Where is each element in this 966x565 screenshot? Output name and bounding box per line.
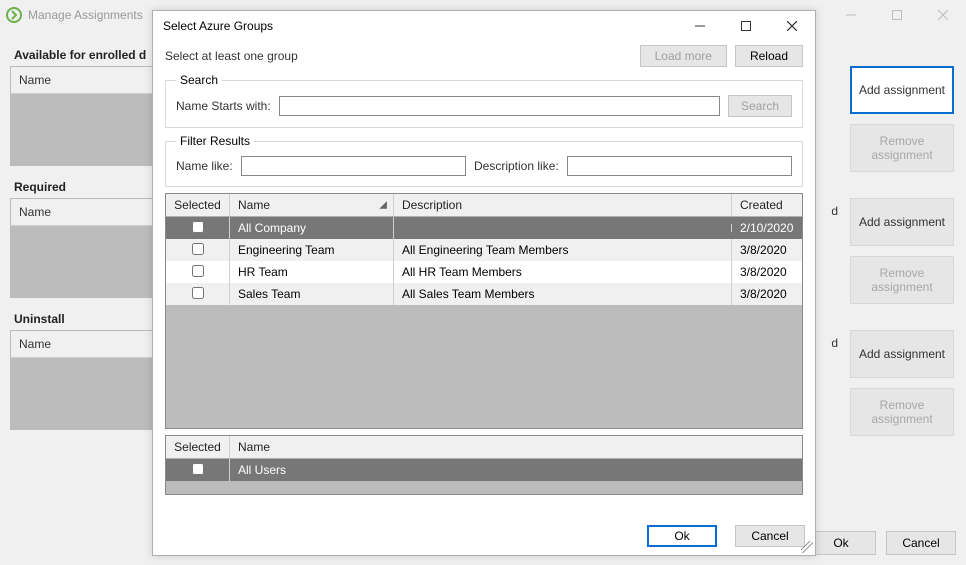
parent-window-controls (828, 0, 966, 30)
row-description: All Sales Team Members (394, 283, 732, 305)
row-name: Engineering Team (230, 239, 394, 261)
row-created: 3/8/2020 (732, 239, 802, 261)
modal-title: Select Azure Groups (163, 19, 273, 33)
row-created: 3/8/2020 (732, 261, 802, 283)
parent-cancel-button[interactable]: Cancel (886, 531, 956, 555)
truncated-d-uninstall: d (831, 336, 838, 350)
fixed-row-name: All Users (230, 459, 802, 481)
truncated-d-required: d (831, 204, 838, 218)
fixed-col-header-name[interactable]: Name (230, 436, 802, 458)
fixed-groups-grid: Selected Name All Users (165, 435, 803, 495)
remove-assignment-button-available[interactable]: Remove assignment (850, 124, 954, 172)
desc-like-input[interactable] (567, 156, 792, 176)
filter-legend: Filter Results (176, 134, 254, 148)
row-name: Sales Team (230, 283, 394, 305)
select-azure-groups-dialog: Select Azure Groups Select at least one … (152, 10, 816, 556)
filter-group: Filter Results Name like: Description li… (165, 134, 803, 187)
starts-with-label: Name Starts with: (176, 99, 271, 113)
col-header-created[interactable]: Created (732, 194, 802, 216)
remove-assignment-button-required[interactable]: Remove assignment (850, 256, 954, 304)
row-name: HR Team (230, 261, 394, 283)
name-like-input[interactable] (241, 156, 466, 176)
col-header-selected[interactable]: Selected (166, 194, 230, 216)
table-row[interactable]: All Company 2/10/2020 (166, 217, 802, 239)
parent-maximize-button[interactable] (874, 0, 920, 30)
starts-with-input[interactable] (279, 96, 720, 116)
name-like-label: Name like: (176, 159, 233, 173)
row-description: All HR Team Members (394, 261, 732, 283)
reload-button[interactable]: Reload (735, 45, 803, 67)
row-description (394, 224, 732, 232)
row-description: All Engineering Team Members (394, 239, 732, 261)
desc-like-label: Description like: (474, 159, 559, 173)
col-header-name[interactable]: Name ◢ (230, 194, 394, 216)
row-created: 2/10/2020 (732, 217, 802, 239)
modal-close-button[interactable] (769, 11, 815, 41)
table-row[interactable]: HR TeamAll HR Team Members3/8/2020 (166, 261, 802, 283)
groups-grid: Selected Name ◢ Description Created All … (165, 193, 803, 429)
table-row[interactable]: Sales TeamAll Sales Team Members3/8/2020 (166, 283, 802, 305)
resize-grip-icon[interactable] (801, 541, 813, 553)
parent-close-button[interactable] (920, 0, 966, 30)
parent-title: Manage Assignments (28, 8, 143, 22)
modal-instruction: Select at least one group (165, 49, 640, 63)
fixed-col-header-selected[interactable]: Selected (166, 436, 230, 458)
row-created: 3/8/2020 (732, 283, 802, 305)
add-assignment-button-available[interactable]: Add assignment (850, 66, 954, 114)
modal-minimize-button[interactable] (677, 11, 723, 41)
fixed-row-all-users[interactable]: All Users (166, 459, 802, 481)
row-checkbox[interactable] (192, 221, 204, 233)
add-assignment-button-required[interactable]: Add assignment (850, 198, 954, 246)
col-header-description[interactable]: Description (394, 194, 732, 216)
row-checkbox[interactable] (192, 243, 204, 255)
modal-maximize-button[interactable] (723, 11, 769, 41)
table-row[interactable]: Engineering TeamAll Engineering Team Mem… (166, 239, 802, 261)
sort-indicator-icon: ◢ (379, 200, 387, 211)
modal-ok-button[interactable]: Ok (647, 525, 717, 547)
search-legend: Search (176, 73, 222, 87)
row-checkbox[interactable] (192, 265, 204, 277)
remove-assignment-button-uninstall[interactable]: Remove assignment (850, 388, 954, 436)
add-assignment-button-uninstall[interactable]: Add assignment (850, 330, 954, 378)
load-more-button[interactable]: Load more (640, 45, 727, 67)
parent-minimize-button[interactable] (828, 0, 874, 30)
fixed-row-checkbox[interactable] (192, 463, 204, 475)
search-button[interactable]: Search (728, 95, 792, 117)
row-checkbox[interactable] (192, 287, 204, 299)
search-group: Search Name Starts with: Search (165, 73, 803, 128)
app-icon (6, 7, 22, 23)
modal-cancel-button[interactable]: Cancel (735, 525, 805, 547)
row-name: All Company (230, 217, 394, 239)
parent-ok-button[interactable]: Ok (806, 531, 876, 555)
